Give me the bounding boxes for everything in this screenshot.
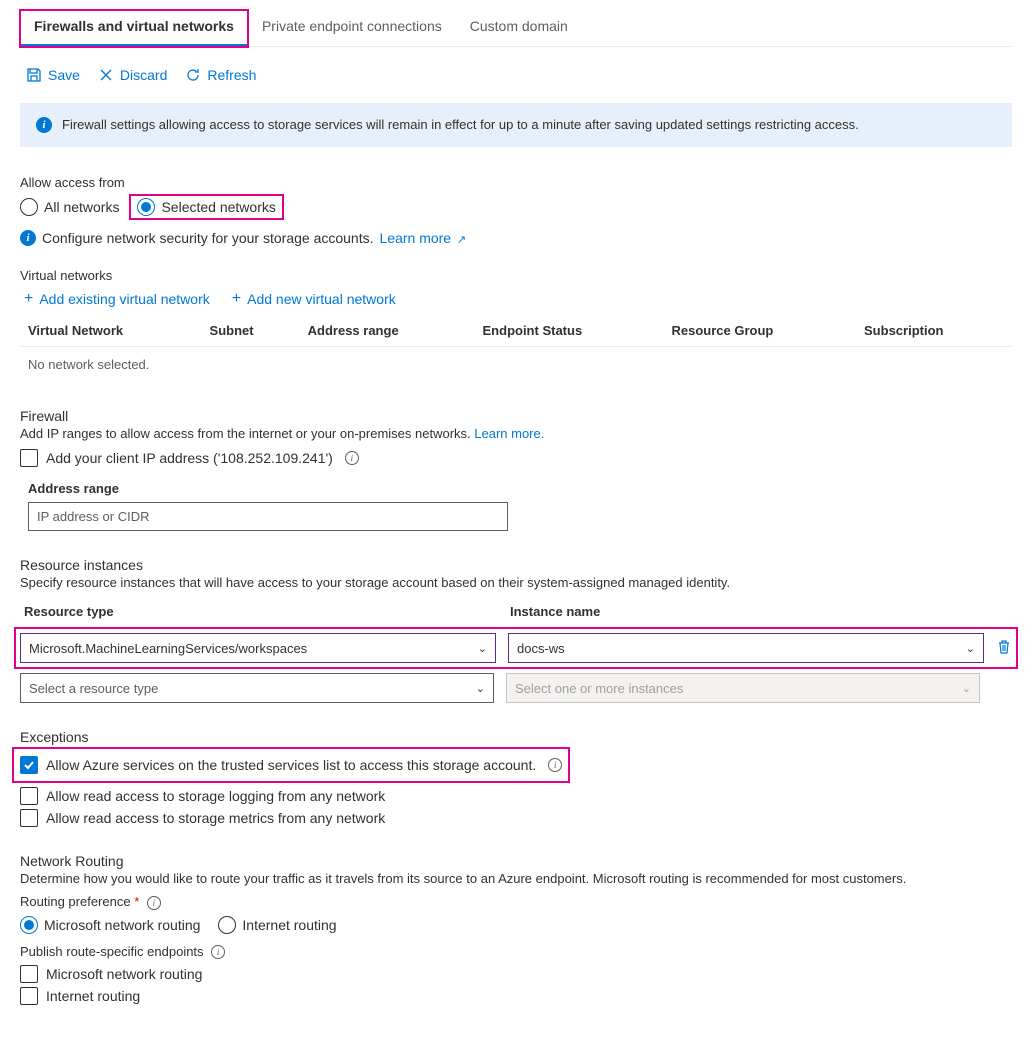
publish-endpoints-label: Publish route-specific endpoints — [20, 944, 204, 959]
radio-microsoft-routing[interactable]: Microsoft network routing — [20, 916, 200, 934]
col-subnet: Subnet — [202, 315, 300, 347]
add-client-ip-checkbox[interactable]: Add your client IP address ('108.252.109… — [20, 449, 1012, 467]
radio-all-networks[interactable]: All networks — [20, 198, 119, 216]
toolbar: Save Discard Refresh — [20, 63, 1012, 103]
vnet-table: Virtual Network Subnet Address range End… — [20, 315, 1012, 382]
instance-name-select[interactable]: docs-ws ⌄ — [508, 633, 984, 663]
firewall-desc: Add IP ranges to allow access from the i… — [20, 426, 471, 441]
info-outline-icon: i — [548, 758, 562, 772]
address-range-input[interactable]: IP address or CIDR — [28, 502, 508, 531]
publish-internet-routing-checkbox[interactable]: Internet routing — [20, 987, 1012, 1005]
allow-logging-checkbox[interactable]: Allow read access to storage logging fro… — [20, 787, 1012, 805]
chevron-down-icon: ⌄ — [476, 682, 485, 695]
info-outline-icon: i — [211, 945, 225, 959]
address-range-label: Address range — [28, 481, 1012, 496]
resource-instances-heading: Resource instances — [20, 557, 1012, 573]
plus-icon: + — [24, 292, 33, 306]
refresh-button[interactable]: Refresh — [185, 67, 256, 83]
tab-firewalls[interactable]: Firewalls and virtual networks — [20, 10, 248, 47]
info-outline-icon: i — [345, 451, 359, 465]
resource-type-header: Resource type — [20, 598, 494, 625]
firewall-learn-more[interactable]: Learn more. — [474, 426, 544, 441]
learn-more-link[interactable]: Learn more ↗ — [380, 230, 467, 246]
col-subscription: Subscription — [856, 315, 1012, 347]
allow-access-label: Allow access from — [20, 175, 1012, 190]
radio-internet-routing[interactable]: Internet routing — [218, 916, 336, 934]
info-icon: i — [20, 230, 36, 246]
network-routing-desc: Determine how you would like to route yo… — [20, 871, 1012, 886]
plus-icon: + — [232, 292, 241, 306]
col-virtual-network: Virtual Network — [20, 315, 202, 347]
chevron-down-icon: ⌄ — [966, 642, 975, 655]
resource-type-select[interactable]: Microsoft.MachineLearningServices/worksp… — [20, 633, 496, 663]
routing-pref-label: Routing preference — [20, 894, 131, 909]
chevron-down-icon: ⌄ — [478, 642, 487, 655]
instance-name-header: Instance name — [506, 598, 980, 625]
add-existing-vnet-button[interactable]: +Add existing virtual network — [24, 291, 210, 307]
col-endpoint-status: Endpoint Status — [475, 315, 664, 347]
col-address-range: Address range — [300, 315, 475, 347]
save-icon — [26, 67, 42, 83]
info-icon: i — [36, 117, 52, 133]
refresh-icon — [185, 67, 201, 83]
col-resource-group: Resource Group — [663, 315, 856, 347]
discard-button[interactable]: Discard — [98, 67, 167, 83]
publish-microsoft-routing-checkbox[interactable]: Microsoft network routing — [20, 965, 1012, 983]
add-new-vnet-button[interactable]: +Add new virtual network — [232, 291, 396, 307]
configure-text: Configure network security for your stor… — [42, 230, 374, 246]
save-button[interactable]: Save — [26, 67, 80, 83]
delete-instance-button[interactable] — [996, 639, 1012, 658]
info-outline-icon: i — [147, 896, 161, 910]
resource-type-select-empty[interactable]: Select a resource type ⌄ — [20, 673, 494, 703]
external-link-icon: ↗ — [457, 234, 466, 246]
allow-trusted-services-checkbox[interactable]: Allow Azure services on the trusted serv… — [20, 756, 562, 774]
info-banner: i Firewall settings allowing access to s… — [20, 103, 1012, 147]
firewall-heading: Firewall — [20, 408, 1012, 424]
vnet-heading: Virtual networks — [20, 268, 1012, 283]
check-icon — [23, 759, 35, 771]
tabs: Firewalls and virtual networks Private e… — [20, 10, 1012, 47]
tab-custom-domain[interactable]: Custom domain — [456, 10, 582, 46]
resource-instances-desc: Specify resource instances that will hav… — [20, 575, 1012, 590]
radio-selected-networks[interactable]: Selected networks — [131, 196, 281, 218]
exceptions-heading: Exceptions — [20, 729, 1012, 745]
allow-metrics-checkbox[interactable]: Allow read access to storage metrics fro… — [20, 809, 1012, 827]
tab-private-endpoint[interactable]: Private endpoint connections — [248, 10, 456, 46]
banner-text: Firewall settings allowing access to sto… — [62, 117, 859, 132]
close-icon — [98, 67, 114, 83]
vnet-empty: No network selected. — [20, 347, 1012, 383]
chevron-down-icon: ⌄ — [962, 682, 971, 695]
instance-name-select-disabled: Select one or more instances ⌄ — [506, 673, 980, 703]
trash-icon — [996, 639, 1012, 655]
network-routing-heading: Network Routing — [20, 853, 1012, 869]
